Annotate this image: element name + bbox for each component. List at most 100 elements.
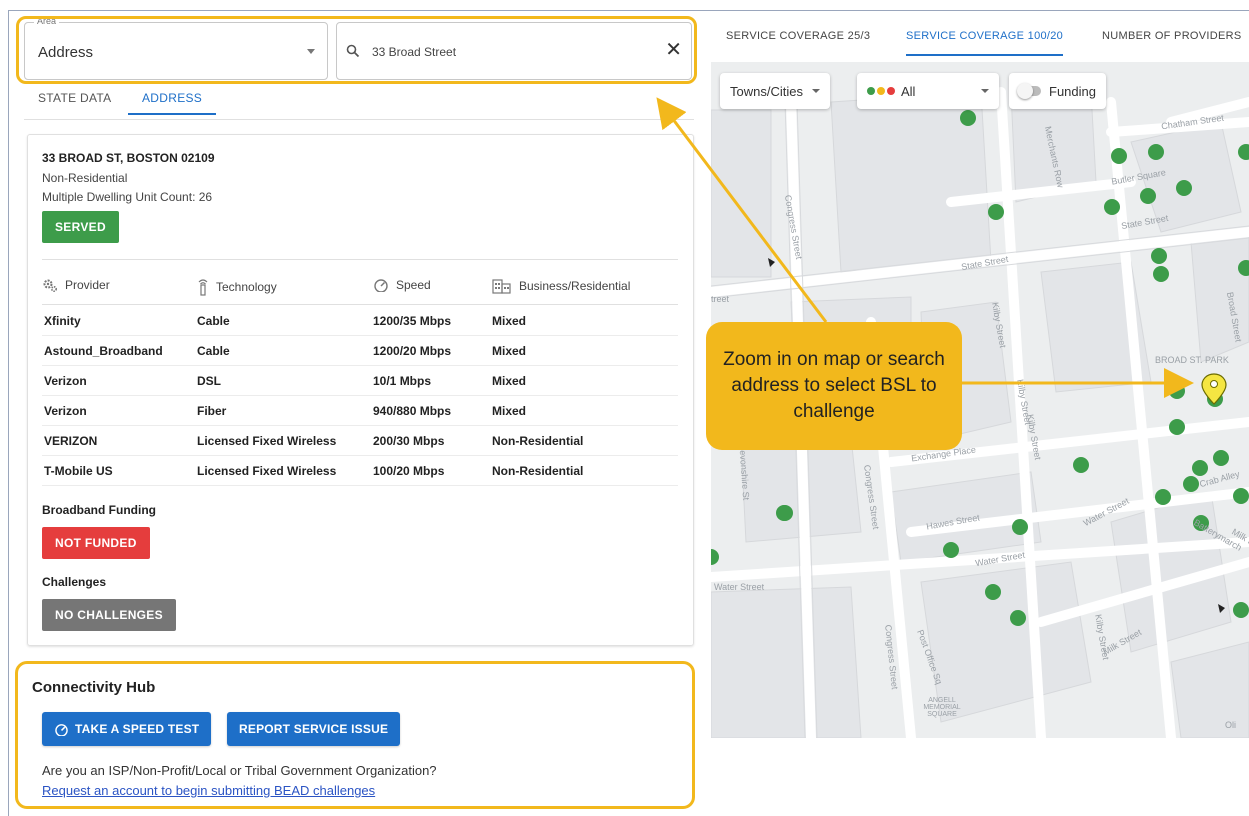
served-location-marker[interactable] (1010, 610, 1026, 626)
yellow-dot-icon (877, 87, 885, 95)
area-select[interactable]: Area Address (24, 16, 328, 80)
cell-provider: Xfinity (44, 314, 81, 328)
antenna-icon (198, 279, 208, 296)
speed-test-label: TAKE A SPEED TEST (75, 722, 200, 736)
address-details-card: 33 BROAD ST, BOSTON 02109 Non-Residentia… (27, 134, 694, 646)
tab-number-of-providers[interactable]: NUMBER OF PROVIDERS (1102, 30, 1242, 54)
coverage-filter-select[interactable]: All (857, 73, 999, 109)
area-label: Area (34, 16, 60, 26)
cell-business-residential: Mixed (492, 374, 527, 388)
cell-technology: Licensed Fixed Wireless (197, 464, 337, 478)
served-location-marker[interactable] (777, 505, 793, 521)
speed-test-button[interactable]: TAKE A SPEED TEST (42, 712, 212, 746)
served-location-marker[interactable] (1151, 248, 1167, 264)
request-account-link[interactable]: Request an account to begin submitting B… (42, 783, 375, 798)
served-location-marker[interactable] (1012, 519, 1028, 535)
served-location-marker[interactable] (1176, 180, 1192, 196)
close-icon[interactable]: ✕ (665, 40, 682, 60)
area-value: Address (38, 44, 94, 61)
cell-technology: Fiber (197, 404, 227, 418)
served-location-marker[interactable] (1233, 602, 1249, 618)
no-challenges-badge: NO CHALLENGES (42, 599, 176, 631)
broadband-funding-label: Broadband Funding (42, 503, 156, 517)
street-label: Water Street (714, 582, 765, 592)
speedometer-icon (55, 723, 68, 736)
location-type: Non-Residential (42, 171, 128, 185)
buildings-icon (492, 279, 511, 294)
red-dot-icon (887, 87, 895, 95)
cell-business-residential: Mixed (492, 404, 527, 418)
header-provider: Provider (42, 278, 110, 292)
street-label: Oli (1225, 720, 1236, 730)
header-provider-label: Provider (65, 278, 110, 292)
cell-speed: 940/880 Mbps (373, 404, 452, 418)
hub-question: Are you an ISP/Non-Profit/Local or Triba… (42, 763, 437, 778)
instruction-callout: Zoom in on map or search address to sele… (706, 322, 962, 450)
table-header: Provider Technology Speed Business/Resid… (42, 259, 678, 305)
served-location-marker[interactable] (943, 542, 959, 558)
served-location-marker[interactable] (985, 584, 1001, 600)
served-badge: SERVED (42, 211, 119, 243)
table-row: Verizon DSL 10/1 Mbps Mixed (42, 366, 678, 396)
cell-technology: DSL (197, 374, 221, 388)
hub-title: Connectivity Hub (32, 679, 156, 696)
header-business-residential-label: Business/Residential (519, 279, 631, 293)
served-location-marker[interactable] (1073, 457, 1089, 473)
served-location-marker[interactable] (1169, 383, 1185, 399)
report-service-issue-button[interactable]: REPORT SERVICE ISSUE (227, 712, 401, 746)
chevron-down-icon (981, 89, 989, 93)
table-row: Xfinity Cable 1200/35 Mbps Mixed (42, 306, 678, 336)
served-location-marker[interactable] (711, 549, 719, 565)
map-tabs: SERVICE COVERAGE 25/3 SERVICE COVERAGE 1… (712, 18, 1249, 62)
cell-business-residential: Non-Residential (492, 434, 584, 448)
chevron-down-icon (307, 49, 315, 54)
cell-technology: Cable (197, 314, 230, 328)
served-location-marker[interactable] (1104, 199, 1120, 215)
address-search-value: 33 Broad Street (372, 45, 457, 59)
chevron-down-icon (811, 89, 820, 93)
served-location-marker[interactable] (1169, 419, 1185, 435)
served-location-marker[interactable] (1148, 144, 1164, 160)
funding-label: Funding (1049, 83, 1096, 99)
search-row: Area Address 33 Broad Street ✕ (24, 16, 696, 82)
served-location-marker[interactable] (1111, 148, 1127, 164)
dwelling-unit-count: Multiple Dwelling Unit Count: 26 (42, 190, 213, 204)
cell-business-residential: Mixed (492, 314, 527, 328)
cell-speed: 1200/20 Mbps (373, 344, 452, 358)
table-row: Astound_Broadband Cable 1200/20 Mbps Mix… (42, 336, 678, 366)
served-location-marker[interactable] (960, 110, 976, 126)
cell-speed: 10/1 Mbps (373, 374, 432, 388)
served-location-marker[interactable] (988, 204, 1004, 220)
served-location-marker[interactable] (1238, 144, 1249, 160)
tab-state-data[interactable]: STATE DATA (24, 91, 125, 113)
served-location-marker[interactable] (1153, 266, 1169, 282)
served-location-marker[interactable] (1213, 450, 1229, 466)
not-funded-badge: NOT FUNDED (42, 527, 150, 559)
coverage-filter-label: All (901, 83, 916, 99)
served-location-marker[interactable] (1140, 188, 1156, 204)
cell-provider: Verizon (44, 404, 87, 418)
square-label: ANGELL MEMORIAL SQUARE (923, 697, 961, 718)
served-location-marker[interactable] (1183, 476, 1199, 492)
street-label: treet (711, 294, 730, 304)
address-search-input[interactable]: 33 Broad Street ✕ (336, 22, 692, 80)
served-location-marker[interactable] (1192, 460, 1208, 476)
header-business-residential: Business/Residential (492, 278, 630, 294)
served-location-marker[interactable] (1155, 489, 1171, 505)
connectivity-hub: Connectivity Hub TAKE A SPEED TEST REPOR… (15, 661, 695, 809)
tab-service-coverage-25-3[interactable]: SERVICE COVERAGE 25/3 (726, 30, 870, 54)
table-row: T-Mobile US Licensed Fixed Wireless 100/… (42, 456, 678, 486)
table-row: VERIZON Licensed Fixed Wireless 200/30 M… (42, 426, 678, 456)
cell-speed: 1200/35 Mbps (373, 314, 452, 328)
table-row: Verizon Fiber 940/880 Mbps Mixed (42, 396, 678, 426)
served-location-marker[interactable] (1233, 488, 1249, 504)
funding-toggle[interactable]: Funding (1009, 73, 1106, 109)
towns-cities-select[interactable]: Towns/Cities (720, 73, 830, 109)
cell-business-residential: Non-Residential (492, 464, 584, 478)
gears-icon (43, 279, 57, 292)
toggle-switch[interactable] (1017, 83, 1041, 99)
park-label: BROAD ST. PARK (1155, 355, 1229, 365)
towns-cities-label: Towns/Cities (730, 83, 803, 99)
tab-address[interactable]: ADDRESS (128, 91, 217, 115)
tab-service-coverage-100-20[interactable]: SERVICE COVERAGE 100/20 (906, 30, 1064, 56)
